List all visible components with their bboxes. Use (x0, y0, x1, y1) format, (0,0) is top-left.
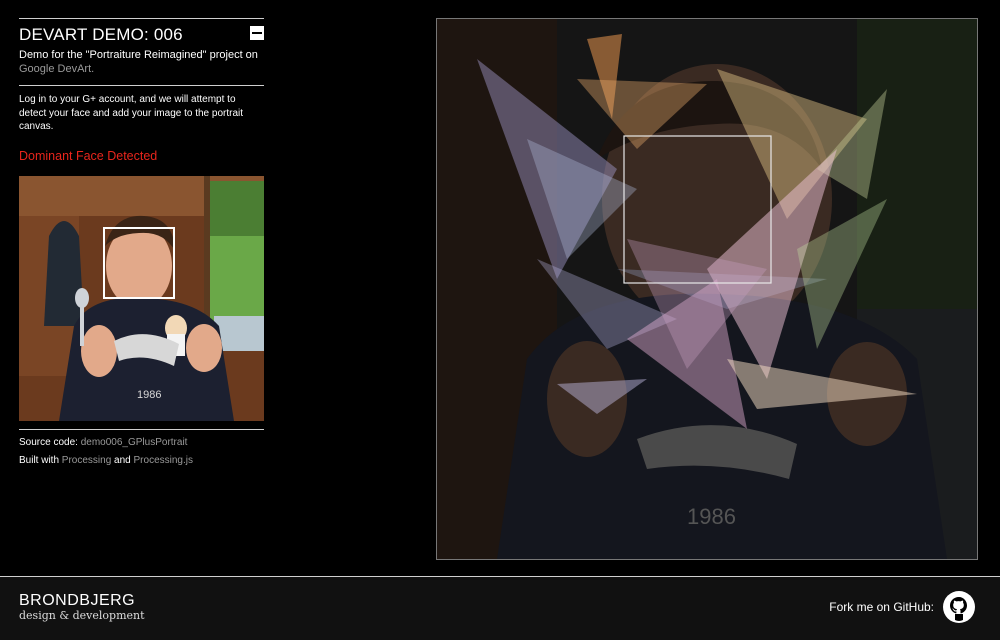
svg-text:1986: 1986 (137, 389, 161, 401)
source-line: Source code: demo006_GPlusPortrait (19, 436, 264, 449)
face-detection-box (103, 226, 175, 299)
portrait-canvas[interactable]: 1986 (436, 18, 978, 560)
fork-label: Fork me on GitHub: (829, 600, 934, 614)
brand-tagline: design & development (19, 609, 145, 622)
description: Log in to your G+ account, and we will a… (19, 94, 244, 132)
processingjs-link[interactable]: Processing.js (134, 455, 193, 466)
brand[interactable]: BRONDBJERG design & development (19, 592, 145, 623)
source-link[interactable]: demo006_GPlusPortrait (81, 437, 188, 448)
source-label: Source code: (19, 436, 78, 448)
built-and: and (114, 454, 131, 466)
sidebar: DEVART DEMO: 006 Demo for the "Portraitu… (19, 18, 264, 467)
devart-link[interactable]: Google DevArt. (19, 63, 94, 75)
footer: BRONDBJERG design & development Fork me … (0, 576, 1000, 640)
built-line: Built with Processing and Processing.js (19, 454, 264, 467)
processing-link[interactable]: Processing (62, 455, 111, 466)
divider (19, 428, 264, 430)
portrait-canvas-artwork: 1986 (437, 19, 977, 559)
page-title: DEVART DEMO: 006 (19, 25, 183, 44)
profile-photo: 1986 (19, 175, 264, 421)
github-icon[interactable] (942, 590, 976, 624)
brand-name: BRONDBJERG (19, 592, 136, 609)
svg-text:1986: 1986 (687, 504, 736, 529)
minimize-icon[interactable] (250, 26, 264, 40)
face-status: Dominant Face Detected (19, 148, 158, 163)
subtitle: Demo for the "Portraiture Reimagined" pr… (19, 48, 264, 76)
divider (19, 85, 264, 86)
divider (19, 18, 264, 19)
subtitle-text: Demo for the "Portraiture Reimagined" pr… (19, 49, 258, 61)
built-label: Built with (19, 454, 60, 466)
fork-on-github[interactable]: Fork me on GitHub: (829, 590, 976, 624)
